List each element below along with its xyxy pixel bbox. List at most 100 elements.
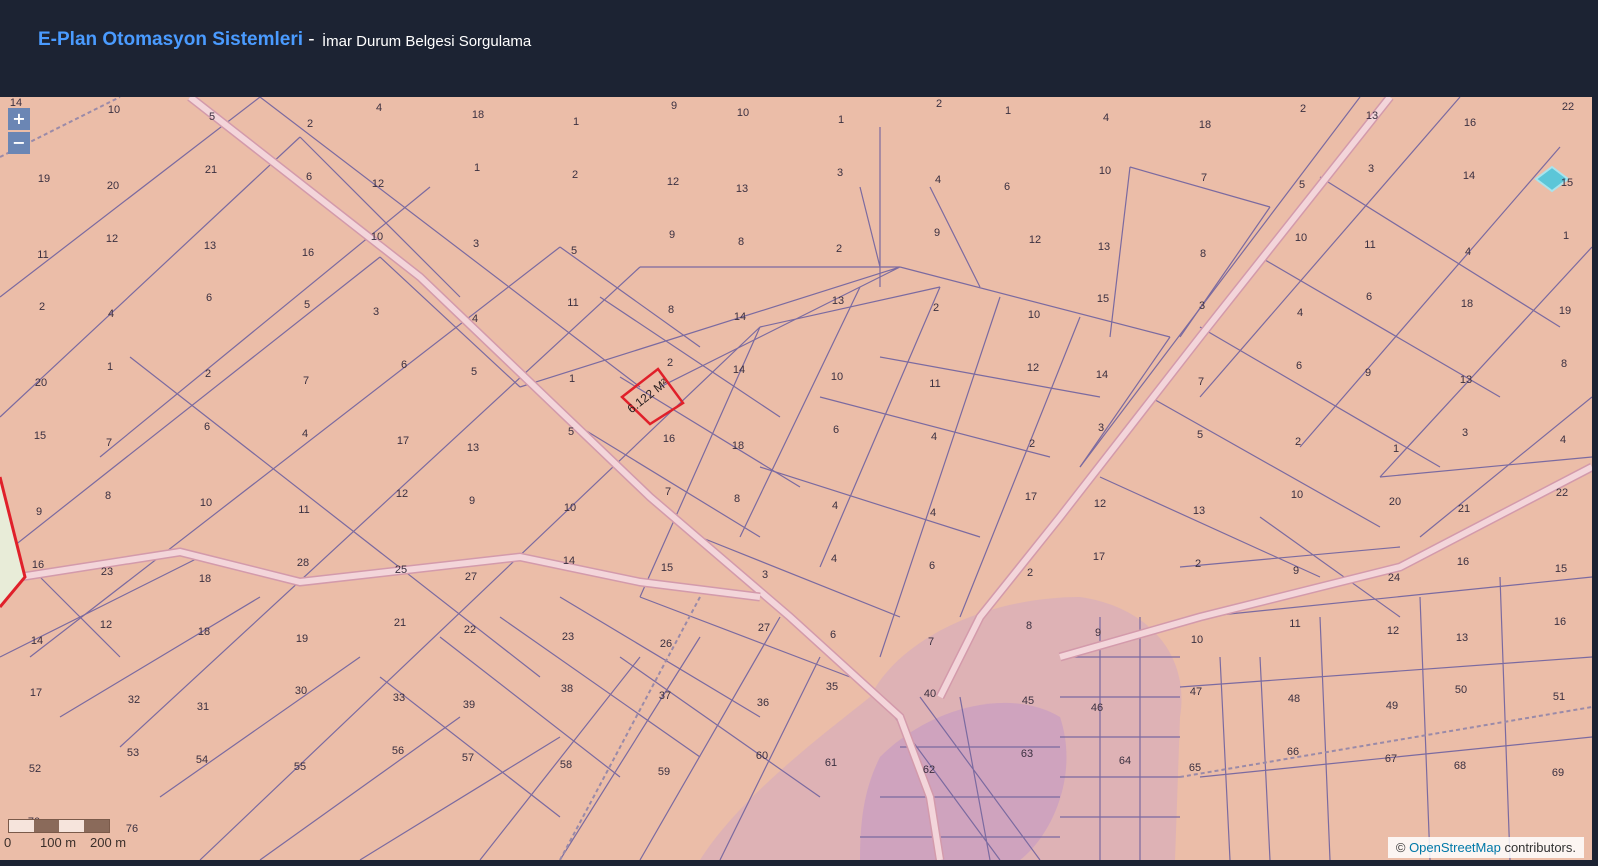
parcel-number-label: 20	[107, 180, 119, 192]
parcel-number-label: 6	[204, 421, 210, 433]
map-canvas[interactable]: 6.122 M² 1410524181910121418213162219202…	[0, 97, 1592, 860]
parcel-number-label: 1	[838, 114, 844, 126]
scale-labels: 0 100 m 200 m	[4, 833, 126, 850]
openstreetmap-link[interactable]: OpenStreetMap	[1409, 840, 1501, 855]
parcel-number-label: 6	[1004, 181, 1010, 193]
parcel-number-label: 18	[1199, 119, 1211, 131]
parcel-number-label: 66	[1287, 746, 1299, 758]
map-attribution: © OpenStreetMap contributors.	[1387, 837, 1584, 858]
parcel-number-label: 3	[1462, 427, 1468, 439]
parcel-number-label: 16	[1457, 556, 1469, 568]
parcel-number-label: 5	[571, 245, 577, 257]
parcel-number-label: 13	[1456, 632, 1468, 644]
parcel-number-label: 8	[734, 493, 740, 505]
parcel-number-label: 8	[1561, 358, 1567, 370]
parcel-number-label: 9	[1293, 565, 1299, 577]
parcel-number-label: 4	[376, 102, 382, 114]
parcel-number-label: 56	[392, 745, 404, 757]
parcel-number-label: 76	[126, 823, 138, 835]
parcel-number-label: 1	[1005, 105, 1011, 117]
parcel-number-label: 8	[1026, 620, 1032, 632]
zoom-in-button[interactable]: +	[8, 108, 30, 130]
parcel-number-label: 39	[463, 699, 475, 711]
parcel-number-label: 25	[395, 564, 407, 576]
parcel-number-label: 7	[106, 437, 112, 449]
bottom-frame	[0, 860, 1598, 866]
parcel-number-label: 2	[836, 243, 842, 255]
parcel-number-label: 5	[1299, 179, 1305, 191]
parcel-number-label: 14	[1096, 369, 1108, 381]
parcel-number-label: 69	[1552, 767, 1564, 779]
parcel-number-label: 24	[1388, 572, 1400, 584]
attribution-suffix: contributors.	[1500, 840, 1576, 855]
parcel-number-label: 1	[569, 373, 575, 385]
parcel-number-label: 10	[371, 231, 383, 243]
parcel-number-label: 18	[1461, 298, 1473, 310]
zoom-out-button[interactable]: −	[8, 132, 30, 154]
parcel-number-label: 5	[471, 366, 477, 378]
parcel-number-label: 2	[39, 301, 45, 313]
parcel-number-label: 2	[205, 368, 211, 380]
parcel-number-label: 60	[756, 750, 768, 762]
parcel-number-label: 4	[1297, 307, 1303, 319]
parcel-number-label: 4	[1560, 434, 1566, 446]
parcel-number-label: 10	[1099, 165, 1111, 177]
parcel-number-label: 15	[1555, 563, 1567, 575]
parcel-number-label: 3	[473, 238, 479, 250]
parcel-number-label: 17	[1093, 551, 1105, 563]
parcel-number-label: 65	[1189, 762, 1201, 774]
scale-label-100: 100 m	[40, 835, 77, 850]
parcel-number-label: 4	[1465, 246, 1471, 258]
parcel-number-label: 19	[1559, 305, 1571, 317]
parcel-number-label: 1	[1563, 230, 1569, 242]
parcel-number-label: 19	[296, 633, 308, 645]
parcel-number-label: 16	[663, 433, 675, 445]
parcel-number-label: 16	[32, 559, 44, 571]
parcel-number-label: 13	[1098, 241, 1110, 253]
parcel-number-label: 9	[934, 227, 940, 239]
parcel-number-label: 12	[1094, 498, 1106, 510]
parcel-number-label: 14	[734, 311, 746, 323]
parcel-number-label: 4	[831, 553, 837, 565]
parcel-number-label: 21	[205, 164, 217, 176]
parcel-number-label: 18	[732, 440, 744, 452]
parcel-number-label: 63	[1021, 748, 1033, 760]
parcel-number-label: 27	[465, 571, 477, 583]
parcel-number-label: 11	[37, 249, 48, 261]
parcel-number-label: 62	[923, 764, 935, 776]
parcel-number-label: 27	[758, 622, 770, 634]
scale-label-0: 0	[4, 835, 12, 850]
parcel-number-label: 20	[35, 377, 47, 389]
parcel-number-label: 4	[472, 313, 478, 325]
app-title[interactable]: E-Plan Otomasyon Sistemleri -	[38, 29, 315, 51]
parcel-number-label: 11	[1364, 239, 1375, 251]
parcel-number-label: 3	[762, 569, 768, 581]
parcel-number-label: 12	[396, 488, 408, 500]
parcel-number-label: 49	[1386, 700, 1398, 712]
parcel-number-label: 18	[198, 626, 210, 638]
parcel-number-label: 12	[100, 619, 112, 631]
parcel-map[interactable]: 6.122 M² 14 10 5 2 4 18 1 9 10 1 2 1 4 18 2 13 16 22 19 20 2…	[0, 97, 1592, 860]
parcel-number-label: 2	[1300, 103, 1306, 115]
parcel-number-label: 26	[660, 638, 672, 650]
parcel-number-label: 11	[298, 504, 309, 516]
parcel-number-label: 45	[1022, 695, 1034, 707]
parcel-number-label: 12	[372, 178, 384, 190]
parcel-number-label: 59	[658, 766, 670, 778]
parcel-number-label: 9	[1365, 367, 1371, 379]
parcel-number-label: 8	[1200, 248, 1206, 260]
parcel-number-label: 22	[464, 624, 476, 636]
parcel-number-label: 7	[303, 375, 309, 387]
parcel-number-label: 3	[373, 306, 379, 318]
parcel-number-label: 2	[1295, 436, 1301, 448]
parcel-number-label: 2	[933, 302, 939, 314]
parcel-number-label: 54	[196, 754, 208, 766]
parcel-number-label: 2	[936, 98, 942, 110]
parcel-number-label: 6	[1296, 360, 1302, 372]
parcel-number-label: 18	[472, 109, 484, 121]
parcel-number-label: 23	[101, 566, 113, 578]
parcel-number-label: 3	[1098, 422, 1104, 434]
scale-label-200: 200 m	[90, 835, 127, 850]
parcel-number-label: 12	[1027, 362, 1039, 374]
parcel-number-label: 3	[837, 167, 843, 179]
